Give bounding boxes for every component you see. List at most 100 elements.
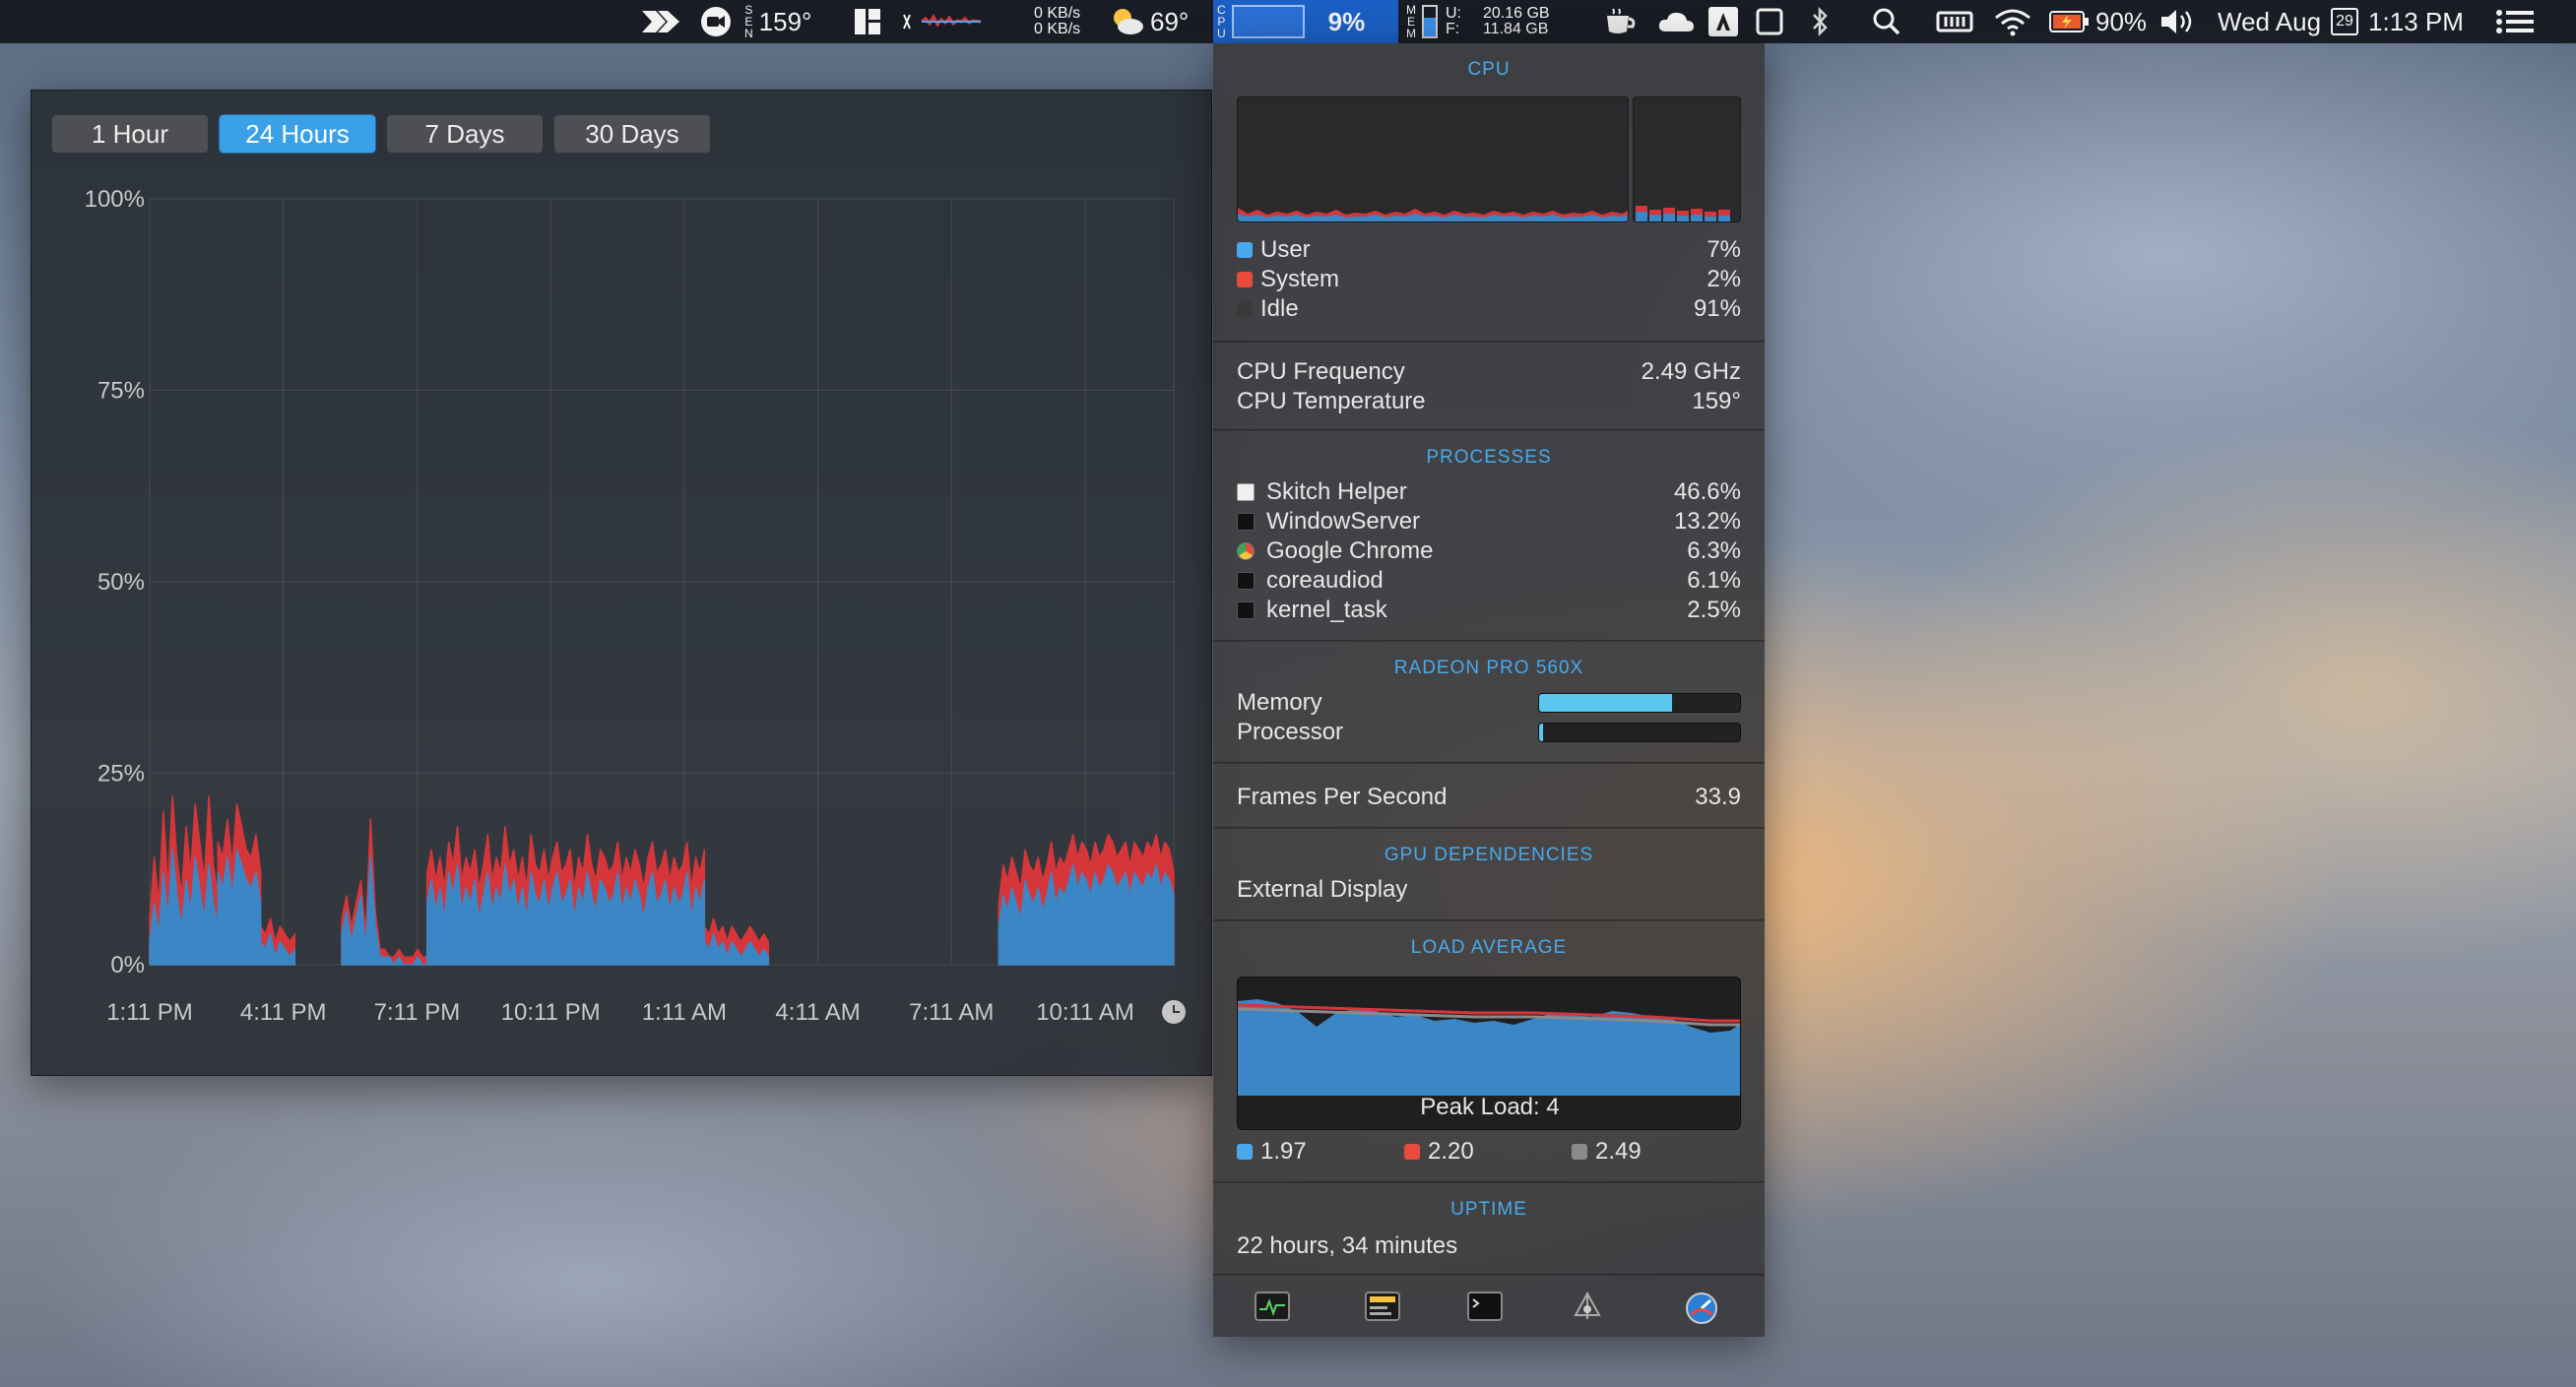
memory-used: 20.16 GB — [1483, 5, 1550, 22]
terminal-icon — [1237, 572, 1255, 590]
gpu-dependency-row: External Display — [1237, 876, 1408, 903]
process-row[interactable]: kernel_task 2.5% — [1237, 597, 1741, 624]
cpu-idle-row: Idle 91% — [1237, 295, 1741, 323]
process-row[interactable]: WindowServer 13.2% — [1237, 508, 1741, 536]
wifi-icon[interactable] — [1993, 0, 2032, 43]
search-icon[interactable] — [1871, 0, 1902, 43]
istat-settings-icon[interactable] — [1684, 1292, 1719, 1324]
memory-menu-item[interactable]: MEM U: F: 20.16 GB 11.84 GB — [1406, 0, 1550, 43]
cpu-core-graph — [1633, 96, 1741, 222]
terminal-icon — [1237, 513, 1255, 531]
processes-section-title: PROCESSES — [1426, 447, 1552, 468]
console-icon[interactable] — [1365, 1292, 1400, 1321]
notification-list-icon[interactable] — [2495, 0, 2535, 43]
divider — [1213, 919, 1765, 921]
gpu-memory-fill — [1539, 694, 1672, 712]
divider — [1213, 762, 1765, 764]
memory-label: MEM — [1406, 3, 1416, 40]
uptime-title: UPTIME — [1450, 1199, 1527, 1220]
load-1min: 1.97 — [1260, 1138, 1307, 1165]
uptime-row: 22 hours, 34 minutes — [1237, 1232, 1458, 1259]
chrome-icon — [1237, 542, 1255, 560]
weather-temperature: 69° — [1150, 6, 1190, 36]
process-row[interactable]: Google Chrome 6.3% — [1237, 537, 1741, 565]
adobe-icon[interactable] — [1707, 0, 1739, 43]
menu-bar: SEN 159° 0 KB/s 0 KB/s 69° CPU 9% MEM U:… — [0, 0, 2576, 43]
cpu-history-window: 1 Hour 24 Hours 7 Days 30 Days 100% 75% 50… — [31, 90, 1212, 1076]
fps-row: Frames Per Second 33.9 — [1237, 784, 1741, 810]
video-camera-icon[interactable] — [699, 0, 733, 43]
load-average-title: LOAD AVERAGE — [1410, 937, 1568, 958]
x-tick-label: 7:11 AM — [909, 999, 994, 1026]
y-tick-label: 75% — [97, 378, 145, 405]
network-graph-icon[interactable] — [902, 0, 983, 43]
user-swatch — [1237, 242, 1253, 258]
istat-dropdown-panel: CPU User 7% System 2% Idle 91% CPU Frequ… — [1213, 43, 1765, 1337]
network-upload: 0 KB/s — [1034, 5, 1081, 22]
battery-menu-item[interactable]: 90% — [2048, 0, 2147, 43]
forward-arrows-icon[interactable] — [640, 0, 681, 43]
user-cpu-area — [998, 864, 1175, 966]
terminal-icon — [1237, 601, 1255, 619]
cpu-user-row: User 7% — [1237, 236, 1741, 264]
battery-percent: 90% — [2095, 6, 2148, 36]
load-1min-swatch — [1237, 1144, 1253, 1160]
x-tick-label: 4:11 AM — [775, 999, 860, 1026]
clock-icon[interactable] — [1162, 1000, 1186, 1024]
load-15min-swatch — [1572, 1144, 1587, 1160]
y-tick-label: 25% — [97, 761, 145, 788]
network-download: 0 KB/s — [1034, 21, 1081, 37]
gpu-memory-bar — [1538, 693, 1741, 713]
cpu-mini-graph — [1231, 5, 1305, 38]
gpu-section-title: RADEON PRO 560X — [1393, 658, 1584, 678]
calendar-icon: 29 — [2331, 8, 2359, 35]
load-average-graph: Peak Load: 4 — [1237, 977, 1741, 1130]
window-layout-icon[interactable] — [853, 0, 882, 43]
weather-menu-item[interactable]: 69° — [1109, 0, 1189, 43]
divider — [1213, 341, 1765, 343]
divider — [1213, 1274, 1765, 1276]
cloud-icon[interactable] — [1656, 0, 1696, 43]
square-icon[interactable] — [1755, 0, 1784, 43]
gpu-dependencies-title: GPU DEPENDENCIES — [1384, 845, 1594, 865]
gpu-processor-bar — [1538, 723, 1741, 742]
y-tick-label: 0% — [110, 952, 145, 978]
process-row[interactable]: Skitch Helper 46.6% — [1237, 478, 1741, 506]
x-tick-label: 10:11 AM — [1036, 999, 1134, 1026]
cpu-section-title: CPU — [1467, 59, 1511, 80]
clock-time: 1:13 PM — [2368, 6, 2464, 36]
sensor-menu-item[interactable]: SEN 159° — [744, 0, 811, 43]
cpu-label: CPU — [1217, 3, 1226, 40]
skitch-icon — [1237, 483, 1255, 501]
memory-chip-icon[interactable] — [1936, 0, 1973, 43]
disk-utility-icon[interactable] — [1570, 1291, 1605, 1321]
memory-free: 11.84 GB — [1483, 21, 1549, 37]
divider — [1213, 1181, 1765, 1183]
divider — [1213, 640, 1765, 642]
cpu-history-chart: 100% 75% 50% 25% 0% 1:11 PM 4:11 PM 7:11 PM 10:1… — [85, 186, 1175, 1026]
x-tick-label: 7:11 PM — [374, 999, 461, 1026]
load-5min-swatch — [1404, 1144, 1420, 1160]
network-speed[interactable]: 0 KB/s 0 KB/s — [1034, 0, 1080, 43]
terminal-app-icon[interactable] — [1467, 1292, 1503, 1321]
gpu-processor-fill — [1539, 724, 1544, 741]
activity-monitor-icon[interactable] — [1255, 1292, 1290, 1321]
cpu-frequency-row: CPU Frequency 2.49 GHz — [1237, 358, 1741, 385]
x-tick-label: 1:11 AM — [642, 999, 727, 1026]
load-5min: 2.20 — [1428, 1138, 1474, 1165]
bluetooth-icon[interactable] — [1808, 0, 1832, 43]
coffee-cup-icon[interactable] — [1603, 0, 1639, 43]
cpu-usage-graph — [1237, 96, 1629, 222]
cpu-temperature-row: CPU Temperature 159° — [1237, 388, 1741, 414]
volume-icon[interactable] — [2158, 0, 2198, 43]
memory-gauge — [1422, 5, 1438, 38]
divider — [1213, 827, 1765, 829]
process-row[interactable]: coreaudiod 6.1% — [1237, 567, 1741, 595]
x-tick-label: 10:11 PM — [501, 999, 601, 1026]
temperature-value: 159° — [758, 6, 812, 36]
y-tick-label: 50% — [97, 569, 145, 596]
battery-icon — [2049, 11, 2089, 32]
cpu-menu-item[interactable]: CPU 9% — [1213, 0, 1398, 43]
date-menu-item[interactable]: Wed Aug 29 1:13 PM — [2218, 0, 2464, 43]
system-swatch — [1237, 272, 1253, 287]
